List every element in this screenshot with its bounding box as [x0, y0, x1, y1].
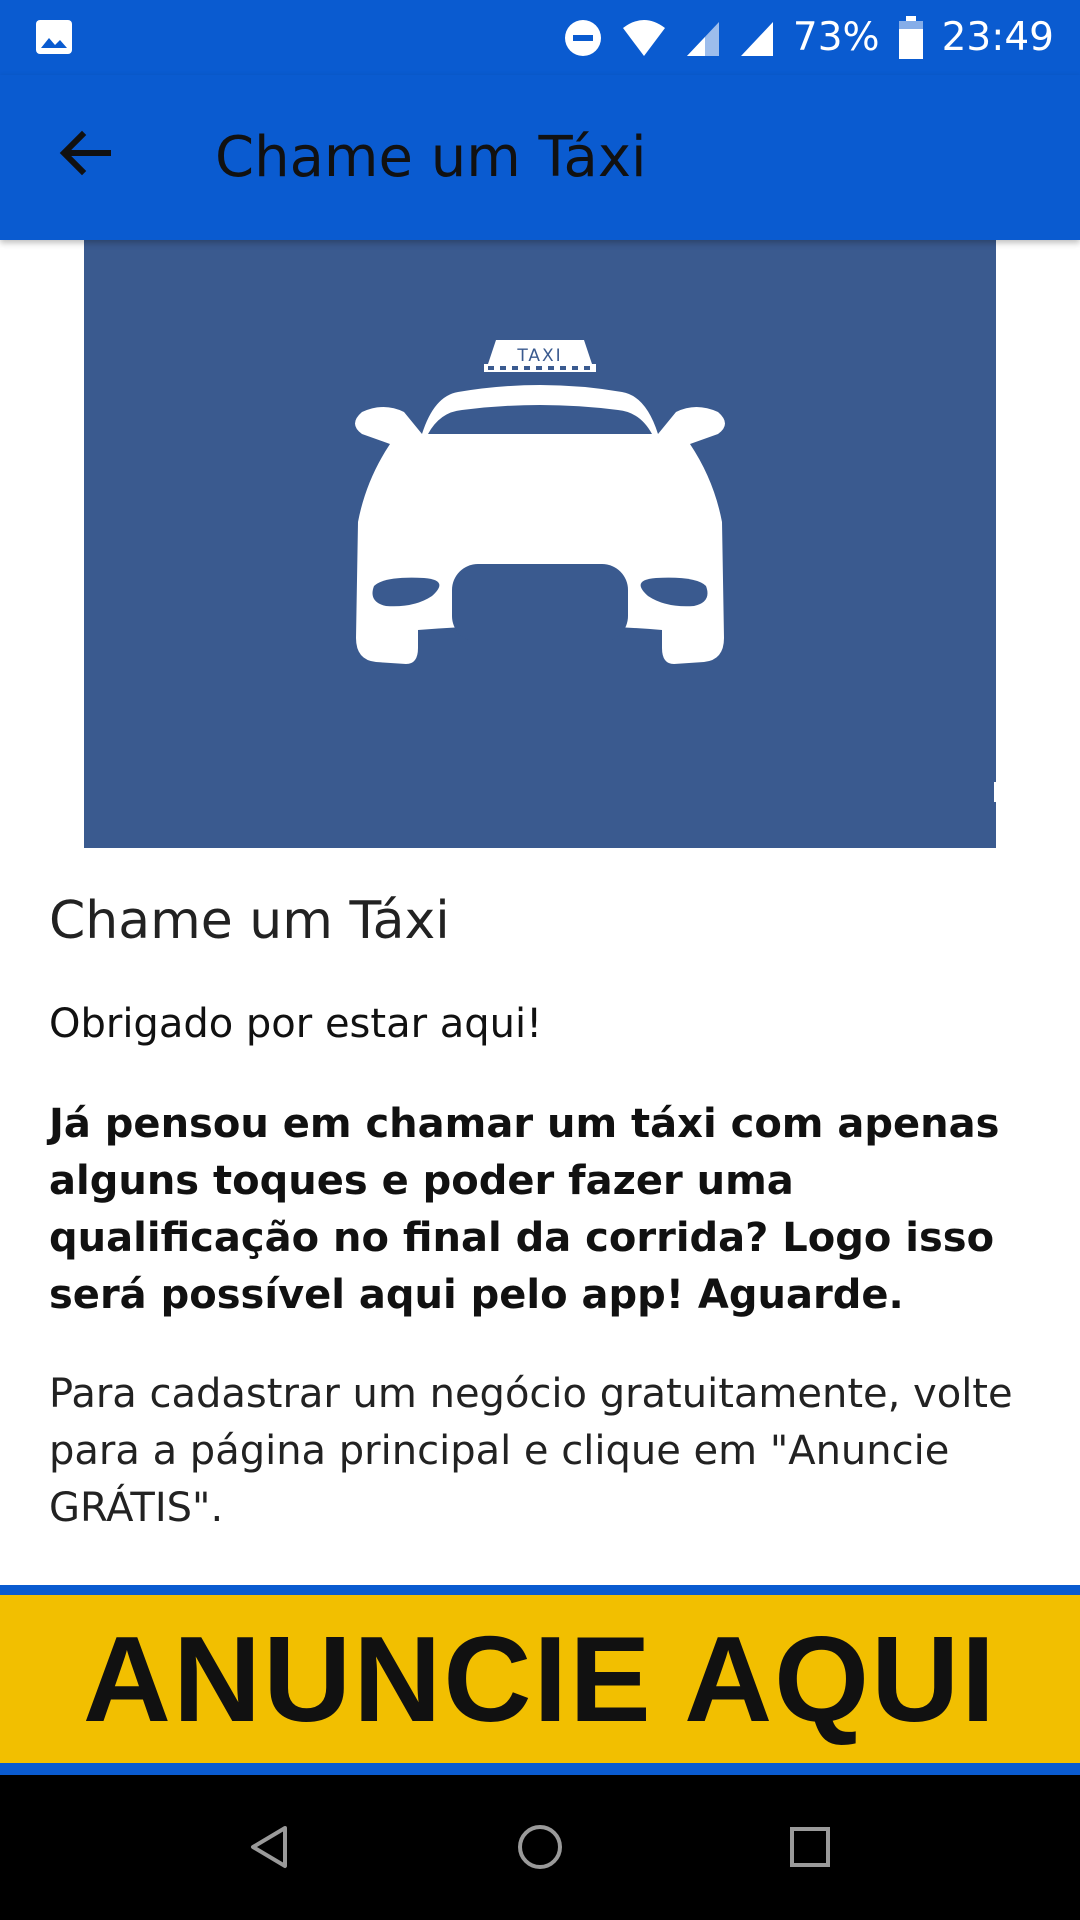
status-icons: 73% 23:49 — [563, 0, 1054, 75]
battery-icon — [898, 15, 924, 59]
feature-description: Já pensou em chamar um táxi com apenas a… — [49, 1101, 1000, 1319]
app-bar: Chame um Táxi — [0, 75, 1080, 240]
wifi-icon — [621, 18, 667, 58]
system-nav-bar — [0, 1775, 1080, 1920]
taxi-sign-text: TAXI — [516, 346, 562, 366]
image-icon — [34, 17, 74, 57]
content-section: Chame um Táxi Obrigado por estar aqui! J… — [49, 890, 1039, 1537]
do-not-disturb-icon — [563, 18, 603, 58]
nav-recents-button[interactable] — [760, 1797, 860, 1897]
clock: 23:49 — [941, 15, 1054, 60]
greeting-text: Obrigado por estar aqui! — [49, 1001, 543, 1048]
recents-square-icon — [790, 1827, 830, 1867]
page-title: Chame um Táxi — [215, 125, 647, 190]
taxi-image[interactable]: TAXI — [84, 240, 996, 848]
nav-home-button[interactable] — [490, 1797, 590, 1897]
expand-icon — [994, 758, 1038, 802]
ad-banner-text: ANUNCIE AQUI — [82, 1611, 998, 1747]
back-triangle-icon — [251, 1826, 287, 1868]
ad-banner[interactable]: ANUNCIE AQUI — [0, 1585, 1080, 1775]
taxi-car-illustration: TAXI — [355, 340, 725, 664]
expand-button[interactable] — [988, 752, 1044, 808]
nav-back-button[interactable] — [220, 1797, 320, 1897]
home-circle-icon — [518, 1825, 562, 1869]
content-heading: Chame um Táxi — [49, 891, 450, 951]
ad-banner-body: ANUNCIE AQUI — [0, 1595, 1080, 1763]
status-bar: 73% 23:49 — [0, 0, 1080, 75]
registration-info: Para cadastrar um negócio gratuitamente,… — [49, 1371, 1013, 1532]
battery-percent: 73% — [792, 15, 880, 60]
arrow-back-icon — [59, 130, 111, 176]
signal-icon — [685, 18, 721, 58]
back-button[interactable] — [46, 115, 122, 191]
signal-icon — [739, 18, 775, 58]
